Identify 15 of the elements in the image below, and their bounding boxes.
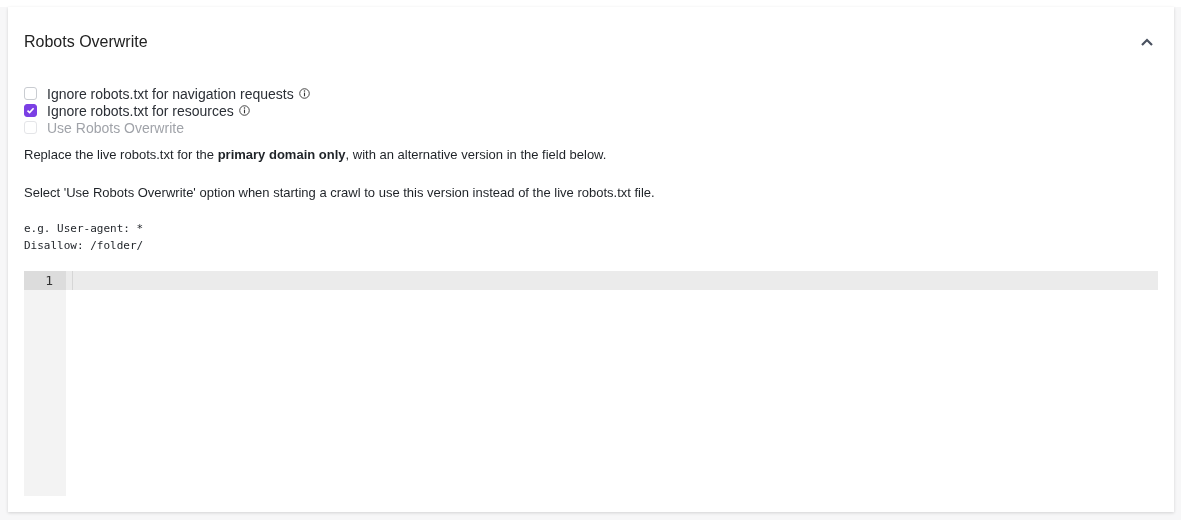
checkbox[interactable] [24,104,37,117]
section-title: Robots Overwrite [24,33,148,51]
code-editor[interactable]: 1 [24,271,1158,496]
description-text: Replace the live robots.txt for the primary domain only, with an alternative version in the field below. [24,146,608,163]
checkbox-label: Ignore robots.txt for resources [47,102,234,119]
checkbox-label: Ignore robots.txt for navigation requests [47,85,294,102]
info-icon[interactable] [238,105,250,116]
line-number: 1 [24,271,66,290]
example-code: e.g. User-agent: * [24,222,144,235]
description-text: Select 'Use Robots Overwrite' option when starting a crawl to use this version instead of the live robots.txt file. [24,184,656,201]
collapse-chevron-icon[interactable] [1140,37,1154,47]
checkbox-label: Use Robots Overwrite [47,119,184,136]
example-code: Disallow: /folder/ [24,239,144,252]
info-icon[interactable] [298,88,310,99]
checkmark-icon [26,106,35,115]
